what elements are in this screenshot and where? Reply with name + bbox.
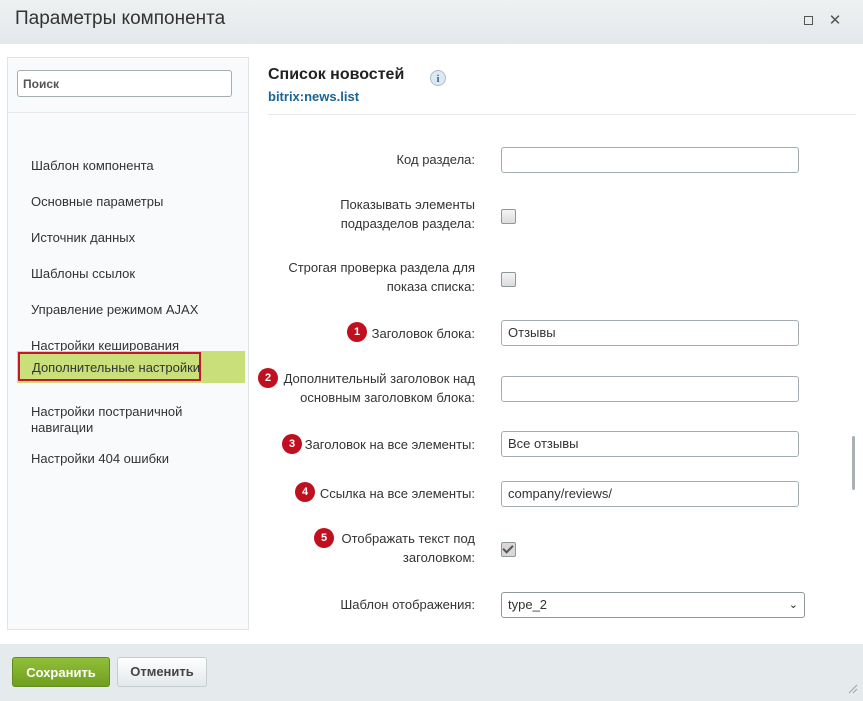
block-title-label: Заголовок блока: — [371, 326, 475, 341]
display-template-label: Шаблон отображения: — [340, 597, 475, 612]
sidebar-item-basic[interactable]: Основные параметры — [31, 194, 231, 210]
show-subsections-checkbox[interactable] — [501, 209, 516, 224]
block-title-input[interactable]: Отзывы — [501, 320, 799, 346]
section-code-label: Код раздела: — [396, 152, 475, 167]
header-divider — [268, 114, 856, 115]
component-header: Список новостей i bitrix:news.list — [268, 66, 446, 104]
component-title: Список новостей — [268, 66, 405, 83]
maximize-icon[interactable] — [800, 13, 816, 29]
sidebar-item-404[interactable]: Настройки 404 ошибки — [31, 451, 231, 467]
show-text-label: Отображать текст под заголовком: — [341, 531, 475, 565]
all-link-label: Ссылка на все элементы: — [319, 486, 475, 501]
sidebar-item-ajax[interactable]: Управление режимом AJAX — [31, 302, 231, 318]
all-title-input[interactable]: Все отзывы — [501, 431, 799, 457]
strict-check-checkbox[interactable] — [501, 272, 516, 287]
all-title-label: Заголовок на все элементы: — [304, 437, 475, 452]
step-badge-2: 2 — [258, 368, 278, 388]
scrollbar-thumb[interactable] — [852, 436, 855, 490]
sidebar-item-template[interactable]: Шаблон компонента — [31, 158, 231, 174]
save-button[interactable]: Сохранить — [12, 657, 110, 687]
sidebar-item-additional-label: Дополнительные настройки — [32, 360, 201, 375]
window-title: Параметры компонента — [15, 8, 226, 29]
strict-check-label: Строгая проверка раздела для показа спис… — [288, 260, 475, 294]
info-icon[interactable]: i — [430, 70, 446, 86]
chevron-down-icon: ⌄ — [788, 599, 798, 611]
step-badge-3: 3 — [282, 434, 302, 454]
sidebar-item-links[interactable]: Шаблоны ссылок — [31, 266, 231, 282]
step-badge-5: 5 — [314, 528, 334, 548]
sidebar: Шаблон компонента Основные параметры Ист… — [7, 57, 249, 630]
extra-title-input[interactable] — [501, 376, 799, 402]
search-input[interactable] — [17, 70, 232, 97]
cancel-button[interactable]: Отменить — [117, 657, 207, 687]
show-text-checkbox[interactable] — [501, 542, 516, 557]
all-link-input[interactable]: company/reviews/ — [501, 481, 799, 507]
dialog-content: Шаблон компонента Основные параметры Ист… — [0, 44, 863, 644]
section-code-input[interactable] — [501, 147, 799, 173]
resize-handle-icon[interactable] — [848, 684, 858, 694]
sidebar-item-datasource[interactable]: Источник данных — [31, 230, 231, 246]
component-code: bitrix:news.list — [268, 89, 360, 104]
close-icon[interactable]: ✕ — [827, 13, 843, 29]
show-subsections-label: Показывать элементы подразделов раздела: — [340, 197, 475, 231]
step-badge-4: 4 — [295, 482, 315, 502]
sidebar-item-pagination[interactable]: Настройки постраничной навигации — [31, 404, 211, 436]
display-template-select[interactable]: type_2 ⌄ — [501, 592, 805, 618]
sidebar-divider — [8, 112, 248, 113]
step-badge-1: 1 — [347, 322, 367, 342]
extra-title-label: Дополнительный заголовок над основным за… — [283, 371, 475, 405]
dialog-footer: Сохранить Отменить — [0, 644, 863, 701]
window-titlebar: Параметры компонента ✕ — [0, 0, 863, 44]
display-template-value: type_2 — [508, 597, 548, 612]
